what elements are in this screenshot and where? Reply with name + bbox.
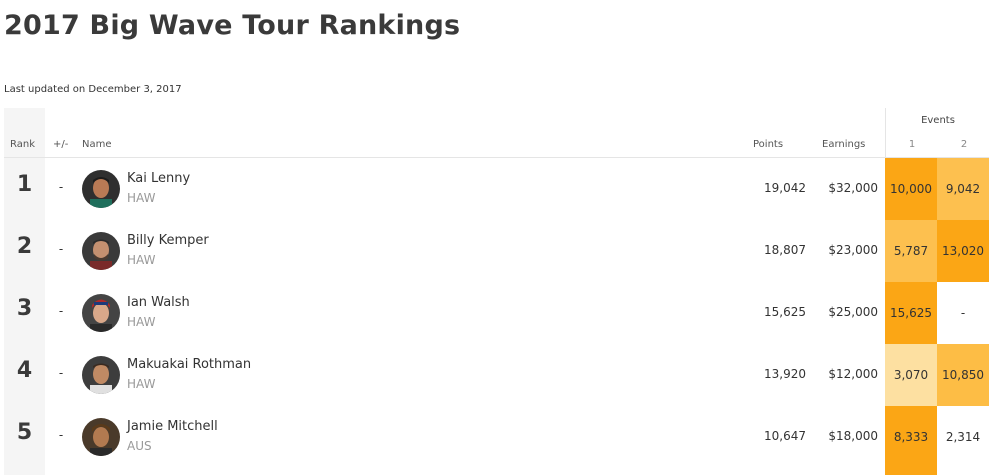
- player-name[interactable]: Kai Lenny: [127, 171, 190, 186]
- rank-value: 5: [16, 420, 33, 445]
- avatar: [82, 294, 120, 332]
- points-value: 19,042: [764, 181, 806, 195]
- earnings-value: $32,000: [828, 181, 878, 195]
- move-value: -: [58, 180, 64, 194]
- points-value: 18,807: [764, 243, 806, 257]
- player-name[interactable]: Billy Kemper: [127, 233, 209, 248]
- event-2-score: 13,020: [937, 220, 989, 282]
- event-1-score: 5,787: [885, 220, 937, 282]
- earnings-value: $12,000: [828, 367, 878, 381]
- last-updated: Last updated on December 3, 2017: [4, 84, 182, 95]
- points-value: 15,625: [764, 305, 806, 319]
- earnings-header[interactable]: Earnings: [822, 139, 865, 150]
- event-1-header[interactable]: 1: [886, 139, 938, 150]
- event-1-score: 10,000: [885, 158, 937, 220]
- move-value: -: [58, 242, 64, 256]
- rank-value: 4: [16, 358, 33, 383]
- player-name[interactable]: Jamie Mitchell: [127, 419, 218, 434]
- move-value: -: [58, 366, 64, 380]
- player-country: HAW: [127, 191, 156, 205]
- rank-value: 3: [16, 296, 33, 321]
- earnings-value: $25,000: [828, 305, 878, 319]
- rank-header[interactable]: Rank: [10, 139, 35, 150]
- table-row[interactable]: 3 - Ian Walsh HAW 15,625 $25,000 15,625 …: [0, 282, 989, 344]
- avatar: [82, 356, 120, 394]
- event-2-score: 2,314: [945, 430, 981, 444]
- player-country: HAW: [127, 377, 156, 391]
- avatar: [82, 232, 120, 270]
- player-country: HAW: [127, 253, 156, 267]
- table-row[interactable]: 2 - Billy Kemper HAW 18,807 $23,000 5,78…: [0, 220, 989, 282]
- table-row[interactable]: 4 - Makuakai Rothman HAW 13,920 $12,000 …: [0, 344, 989, 406]
- player-name[interactable]: Ian Walsh: [127, 295, 190, 310]
- move-header[interactable]: +/-: [53, 139, 68, 150]
- earnings-value: $18,000: [828, 429, 878, 443]
- event-1-score: 15,625: [885, 282, 937, 344]
- page-title: 2017 Big Wave Tour Rankings: [4, 10, 461, 41]
- events-header: Events 1 2: [885, 108, 989, 158]
- rank-value: 1: [16, 172, 33, 197]
- player-country: HAW: [127, 315, 156, 329]
- player-name[interactable]: Makuakai Rothman: [127, 357, 251, 372]
- avatar: [82, 170, 120, 208]
- name-header[interactable]: Name: [82, 139, 112, 150]
- points-value: 13,920: [764, 367, 806, 381]
- rank-value: 2: [16, 234, 33, 259]
- table-row[interactable]: 5 - Jamie Mitchell AUS 10,647 $18,000 8,…: [0, 406, 989, 475]
- event-1-score: 3,070: [885, 344, 937, 406]
- player-country: AUS: [127, 439, 152, 453]
- move-value: -: [58, 428, 64, 442]
- points-value: 10,647: [764, 429, 806, 443]
- avatar: [82, 418, 120, 456]
- event-2-header[interactable]: 2: [938, 139, 989, 150]
- earnings-value: $23,000: [828, 243, 878, 257]
- events-label: Events: [921, 115, 955, 126]
- event-2-score: 10,850: [937, 344, 989, 406]
- event-1-score: 8,333: [885, 406, 937, 475]
- table-row[interactable]: 1 - Kai Lenny HAW 19,042 $32,000 10,000 …: [0, 158, 989, 220]
- points-header[interactable]: Points: [753, 139, 783, 150]
- move-value: -: [58, 304, 64, 318]
- event-2-score: 9,042: [937, 158, 989, 220]
- event-2-score: -: [960, 306, 966, 320]
